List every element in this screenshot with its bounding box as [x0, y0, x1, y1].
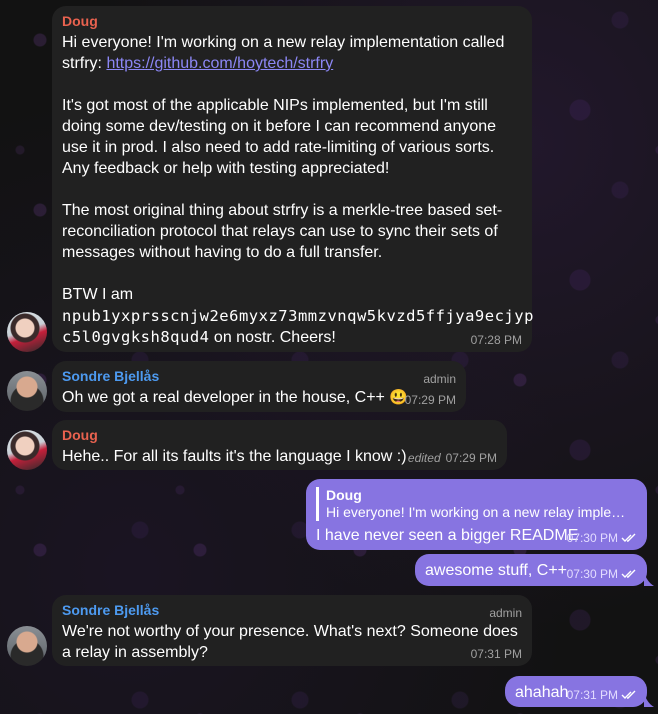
bubble-tail [644, 572, 654, 586]
avatar-doug[interactable] [7, 430, 47, 470]
sender-name[interactable]: Doug [62, 426, 497, 444]
reply-quote[interactable]: Doug Hi everyone! I'm working on a new r… [316, 487, 637, 521]
message-time: 07:29 PM [445, 451, 497, 465]
admin-badge: admin [489, 606, 522, 620]
admin-badge: admin [423, 372, 456, 386]
message-text: The most original thing about strfry is … [62, 202, 503, 261]
npub-code[interactable]: c5l0gvgksh8qud4 [62, 328, 209, 346]
message-bubble[interactable]: Sondre Bjellås admin Oh we got a real de… [52, 361, 466, 412]
message-bubble[interactable]: Doug Hehe.. For all its faults it's the … [52, 420, 507, 470]
message-text: We're not worthy of your presence. What'… [62, 623, 518, 661]
bubble-tail [644, 693, 654, 707]
sender-name[interactable]: Doug [62, 12, 522, 30]
edited-label: edited [407, 451, 441, 465]
message-time: 07:31 PM [470, 647, 522, 661]
message-text: It's got most of the applicable NIPs imp… [62, 97, 497, 177]
reply-text: Hi everyone! I'm working on a new relay … [326, 504, 629, 520]
avatar-sondre[interactable] [7, 626, 47, 666]
message-time: 07:31 PM [566, 688, 618, 702]
npub-code[interactable]: npub1yxprsscnjw2e6myxz73mmzvnqw5kvzd5ffj… [62, 305, 533, 327]
message-time: 07:29 PM [404, 393, 456, 407]
message-bubble[interactable]: ahahah 07:31 PM [505, 676, 647, 707]
message-bubble[interactable]: Doug Hi everyone! I'm working on a new r… [52, 6, 533, 352]
message-time: 07:30 PM [566, 567, 618, 581]
double-check-icon [621, 533, 636, 542]
message-text: Oh we got a real developer in the house,… [62, 389, 409, 406]
message-text: on nostr. Cheers! [209, 329, 336, 346]
double-check-icon [621, 690, 636, 699]
reply-sender: Doug [326, 487, 362, 503]
message-bubble[interactable]: Doug Hi everyone! I'm working on a new r… [306, 479, 647, 550]
message-time: 07:30 PM [566, 531, 618, 545]
message-time: 07:28 PM [470, 333, 522, 347]
message-text: Hi everyone! I'm working on a new relay … [62, 34, 505, 72]
sender-name[interactable]: Sondre Bjellås [62, 367, 456, 385]
message-text: BTW I am [62, 286, 134, 303]
message-bubble[interactable]: awesome stuff, C++ 07:30 PM [415, 554, 647, 586]
message-bubble[interactable]: Sondre Bjellås admin We're not worthy of… [52, 595, 532, 666]
avatar-doug[interactable] [7, 312, 47, 352]
link[interactable]: https://github.com/hoytech/strfry [106, 55, 333, 72]
sender-name[interactable]: Sondre Bjellås [62, 601, 522, 619]
double-check-icon [621, 569, 636, 578]
avatar-sondre[interactable] [7, 371, 47, 411]
